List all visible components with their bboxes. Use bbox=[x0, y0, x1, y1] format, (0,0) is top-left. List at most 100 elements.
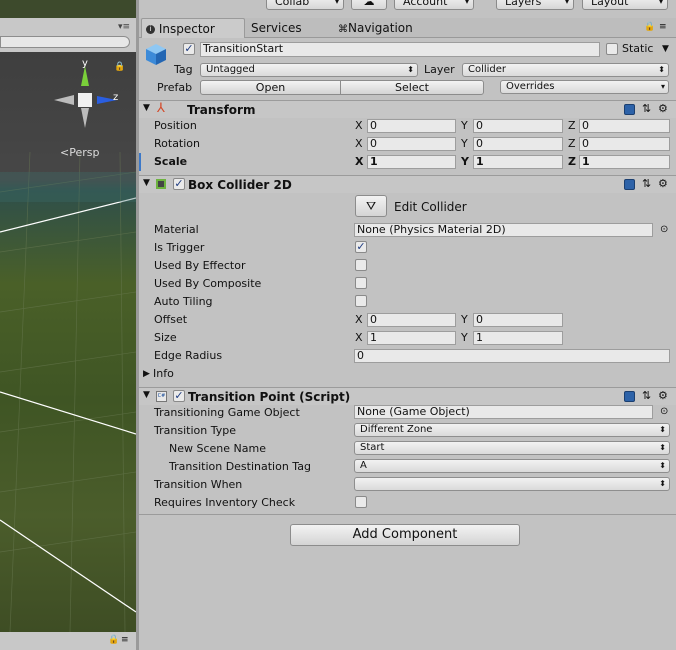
scene-viewport[interactable]: y z 🔒 <Persp bbox=[0, 52, 136, 632]
box-collider-header[interactable]: ▼ ✓ Box Collider 2D ⇅ ⚙ bbox=[139, 175, 676, 193]
info-label[interactable]: Info bbox=[153, 367, 174, 381]
tab-navigation[interactable]: ⌘Navigation bbox=[334, 18, 434, 38]
size-x-field[interactable]: 1 bbox=[367, 331, 456, 345]
info-foldout-arrow-icon[interactable]: ▶ bbox=[143, 367, 150, 381]
edit-collider-button[interactable]: ⛛ bbox=[355, 195, 387, 217]
inspector-panel: ✓ TransitionStart Static ▼ Tag Untagged ⬍… bbox=[139, 38, 676, 650]
auto-tiling-checkbox[interactable] bbox=[355, 295, 367, 307]
layers-dropdown[interactable]: Layers ▾ bbox=[496, 0, 574, 10]
scale-y-field[interactable]: 1 bbox=[473, 155, 563, 169]
rotation-z-field[interactable]: 0 bbox=[579, 137, 670, 151]
offset-y-axis[interactable]: Y bbox=[461, 313, 468, 327]
transition-point-header[interactable]: ▼ C# ✓ Transition Point (Script) ⇅ ⚙ bbox=[139, 387, 676, 405]
transition-type-dropdown[interactable]: Different Zone ⬍ bbox=[354, 423, 670, 437]
lock-icon[interactable]: 🔒 bbox=[108, 635, 119, 645]
add-component-button[interactable]: Add Component bbox=[290, 524, 520, 546]
foldout-arrow-icon[interactable]: ▼ bbox=[143, 103, 150, 113]
tag-dropdown[interactable]: Untagged ⬍ bbox=[200, 63, 418, 77]
lock-icon[interactable]: 🔒 bbox=[644, 22, 655, 32]
object-picker-icon[interactable]: ⊙ bbox=[660, 405, 668, 419]
scene-tab-menu-icon[interactable]: ▾≡ bbox=[118, 22, 130, 32]
is-trigger-checkbox[interactable]: ✓ bbox=[355, 241, 367, 253]
position-x-field[interactable]: 0 bbox=[367, 119, 456, 133]
preset-sliders-icon[interactable]: ⇅ bbox=[642, 178, 651, 190]
tab-inspector[interactable]: i Inspector bbox=[141, 18, 245, 38]
rotation-x-field[interactable]: 0 bbox=[367, 137, 456, 151]
size-y-axis[interactable]: Y bbox=[461, 331, 468, 345]
transform-title: Transform bbox=[187, 103, 256, 117]
static-checkbox[interactable] bbox=[606, 43, 618, 55]
prefab-open-button[interactable]: Open bbox=[200, 80, 341, 95]
foldout-arrow-icon[interactable]: ▼ bbox=[143, 178, 150, 188]
position-z-axis[interactable]: Z bbox=[568, 119, 576, 133]
prefab-overrides-dropdown[interactable]: Overrides ▾ bbox=[500, 80, 669, 94]
offset-y-field[interactable]: 0 bbox=[473, 313, 563, 327]
dropdown-arrows-icon: ⬍ bbox=[659, 443, 666, 452]
size-y-field[interactable]: 1 bbox=[473, 331, 563, 345]
size-x-axis[interactable]: X bbox=[355, 331, 363, 345]
scale-x-axis[interactable]: X bbox=[355, 155, 363, 169]
preset-sliders-icon[interactable]: ⇅ bbox=[642, 103, 651, 115]
help-book-icon[interactable] bbox=[624, 179, 635, 190]
scale-z-field[interactable]: 1 bbox=[579, 155, 670, 169]
object-picker-icon[interactable]: ⊙ bbox=[660, 223, 668, 237]
transitioning-game-object-field[interactable]: None (Game Object) bbox=[354, 405, 653, 419]
persp-label[interactable]: <Persp bbox=[60, 146, 99, 159]
foldout-arrow-icon[interactable]: ▼ bbox=[143, 390, 150, 400]
rotation-x-axis[interactable]: X bbox=[355, 137, 363, 151]
rotation-y-field[interactable]: 0 bbox=[473, 137, 563, 151]
scene-search-input[interactable] bbox=[0, 36, 130, 48]
scale-z-axis[interactable]: Z bbox=[568, 155, 576, 169]
position-z-field[interactable]: 0 bbox=[579, 119, 670, 133]
lock-icon[interactable]: 🔒 bbox=[114, 62, 125, 72]
offset-x-field[interactable]: 0 bbox=[367, 313, 456, 327]
transform-header[interactable]: ▼ ⅄ Transform ⇅ ⚙ bbox=[139, 100, 676, 118]
object-name-field[interactable]: TransitionStart bbox=[200, 42, 600, 57]
transition-point-enabled-checkbox[interactable]: ✓ bbox=[173, 390, 185, 402]
scale-y-axis[interactable]: Y bbox=[461, 155, 469, 169]
tab-menu-icon[interactable]: ≡ bbox=[659, 22, 667, 32]
gizmo-y-label: y bbox=[82, 58, 88, 69]
edge-radius-field[interactable]: 0 bbox=[354, 349, 670, 363]
gear-icon[interactable]: ⚙ bbox=[658, 103, 668, 115]
collab-button[interactable]: Collab ▾ bbox=[266, 0, 344, 10]
prefab-label: Prefab bbox=[157, 81, 193, 94]
position-y-axis[interactable]: Y bbox=[461, 119, 468, 133]
new-scene-name-dropdown[interactable]: Start ⬍ bbox=[354, 441, 670, 455]
layout-dropdown[interactable]: Layout ▾ bbox=[582, 0, 668, 10]
layer-dropdown[interactable]: Collider ⬍ bbox=[462, 63, 669, 77]
transition-point-title: Transition Point (Script) bbox=[188, 390, 351, 404]
gear-icon[interactable]: ⚙ bbox=[658, 390, 668, 402]
transition-destination-tag-dropdown[interactable]: A ⬍ bbox=[354, 459, 670, 473]
scene-view-panel[interactable]: ▾≡ y z 🔒 <Persp 🔒 ≡ bbox=[0, 0, 136, 650]
material-field[interactable]: None (Physics Material 2D) bbox=[354, 223, 653, 237]
requires-inventory-check-checkbox[interactable] bbox=[355, 496, 367, 508]
game-object-cube-icon bbox=[145, 42, 167, 66]
gear-icon[interactable]: ⚙ bbox=[658, 178, 668, 190]
active-checkbox[interactable]: ✓ bbox=[183, 43, 195, 55]
transition-when-dropdown[interactable]: ⬍ bbox=[354, 477, 670, 491]
help-book-icon[interactable] bbox=[624, 391, 635, 402]
rotation-y-axis[interactable]: Y bbox=[461, 137, 468, 151]
menu-icon[interactable]: ≡ bbox=[121, 635, 129, 645]
static-dropdown-icon[interactable]: ▼ bbox=[662, 42, 669, 56]
position-y-field[interactable]: 0 bbox=[473, 119, 563, 133]
used-by-effector-checkbox[interactable] bbox=[355, 259, 367, 271]
prefab-select-button[interactable]: Select bbox=[340, 80, 484, 95]
cloud-button[interactable]: ☁ bbox=[351, 0, 387, 10]
account-button[interactable]: Account ▾ bbox=[394, 0, 474, 10]
box-collider-enabled-checkbox[interactable]: ✓ bbox=[173, 178, 185, 190]
chevron-down-icon: ▾ bbox=[660, 82, 665, 91]
preset-sliders-icon[interactable]: ⇅ bbox=[642, 390, 651, 402]
position-x-axis[interactable]: X bbox=[355, 119, 363, 133]
tab-services[interactable]: Services bbox=[247, 18, 333, 38]
rotation-z-axis[interactable]: Z bbox=[568, 137, 576, 151]
used-by-composite-checkbox[interactable] bbox=[355, 277, 367, 289]
edit-collider-label: Edit Collider bbox=[394, 200, 467, 214]
help-book-icon[interactable] bbox=[624, 104, 635, 115]
transition-type-label: Transition Type bbox=[154, 424, 236, 437]
scene-gizmo[interactable]: y z 🔒 bbox=[52, 58, 125, 132]
offset-x-axis[interactable]: X bbox=[355, 313, 363, 327]
scale-x-field[interactable]: 1 bbox=[367, 155, 456, 169]
chevron-down-icon: ▾ bbox=[464, 0, 469, 6]
